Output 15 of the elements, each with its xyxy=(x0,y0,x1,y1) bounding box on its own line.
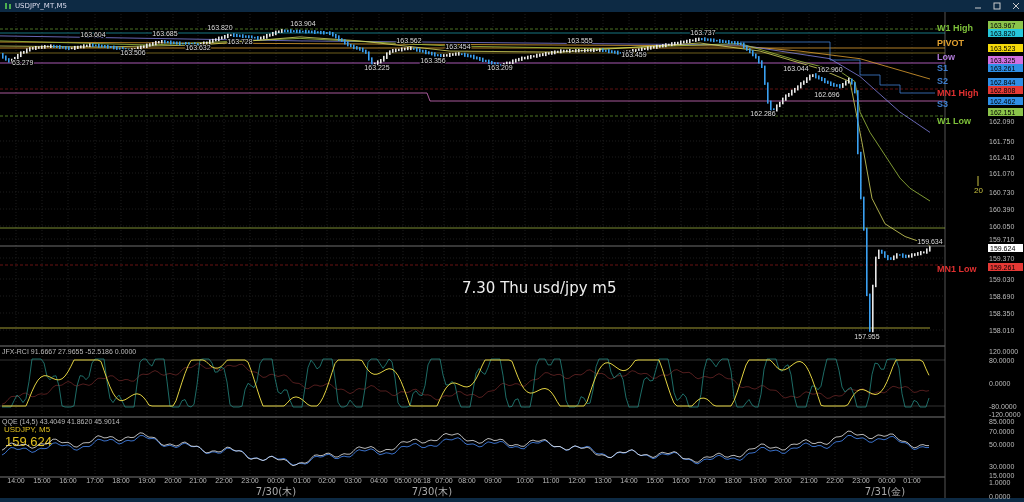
level-label: S1 xyxy=(937,63,948,73)
symbol-label: USDJPY, M5 xyxy=(4,425,51,434)
date-label: 7/30(木) xyxy=(255,486,297,497)
level-label: W1 High xyxy=(937,23,973,33)
date-label: 7/30(木) xyxy=(411,486,453,497)
level-label: MN1 Low xyxy=(937,264,977,274)
current-price: 159.624 xyxy=(5,434,52,449)
level-label: Low xyxy=(937,52,955,62)
level-label: S2 xyxy=(937,76,948,86)
level-label: MN1 High xyxy=(937,88,979,98)
level-label: S3 xyxy=(937,99,948,109)
level-label: W1 Low xyxy=(937,116,971,126)
date-label: 7/31(金) xyxy=(864,486,906,497)
level-label: PIVOT xyxy=(937,38,964,48)
chart-annotation: 7.30 Thu usd/jpy m5 xyxy=(462,279,617,297)
